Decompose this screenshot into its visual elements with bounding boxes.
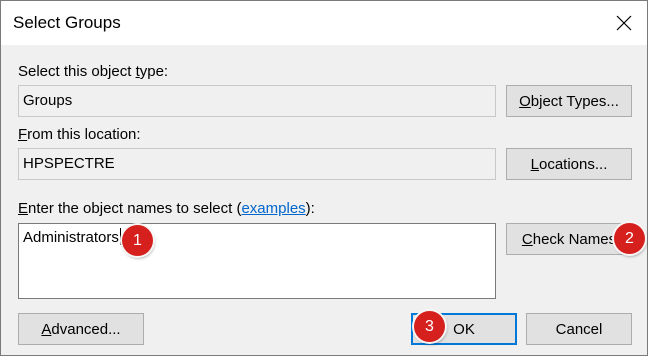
examples-link[interactable]: examples [241, 200, 305, 217]
location-label: From this location: [18, 126, 141, 143]
advanced-button[interactable]: Advanced... [18, 313, 144, 345]
cancel-button[interactable]: Cancel [526, 313, 632, 345]
step-3-badge: 3 [414, 311, 445, 342]
object-names-input[interactable]: Administrators [18, 223, 496, 299]
text-caret [119, 228, 121, 245]
object-type-label: Select this object type: [18, 63, 169, 80]
location-field: HPSPECTRE [18, 148, 496, 180]
object-types-button[interactable]: Object Types... [506, 85, 632, 117]
object-names-value: Administrators [23, 229, 119, 246]
step-2-badge: 2 [614, 223, 645, 254]
object-names-label: Enter the object names to select (exampl… [18, 200, 315, 217]
locations-button[interactable]: Locations... [506, 148, 632, 180]
close-button[interactable] [601, 1, 647, 45]
title-bar: Select Groups [1, 1, 647, 45]
object-type-field: Groups [18, 85, 496, 117]
window-title: Select Groups [13, 13, 121, 32]
select-groups-dialog: Select Groups Select this object type: G… [0, 0, 648, 356]
step-1-badge: 1 [122, 225, 153, 256]
close-icon [616, 15, 632, 31]
